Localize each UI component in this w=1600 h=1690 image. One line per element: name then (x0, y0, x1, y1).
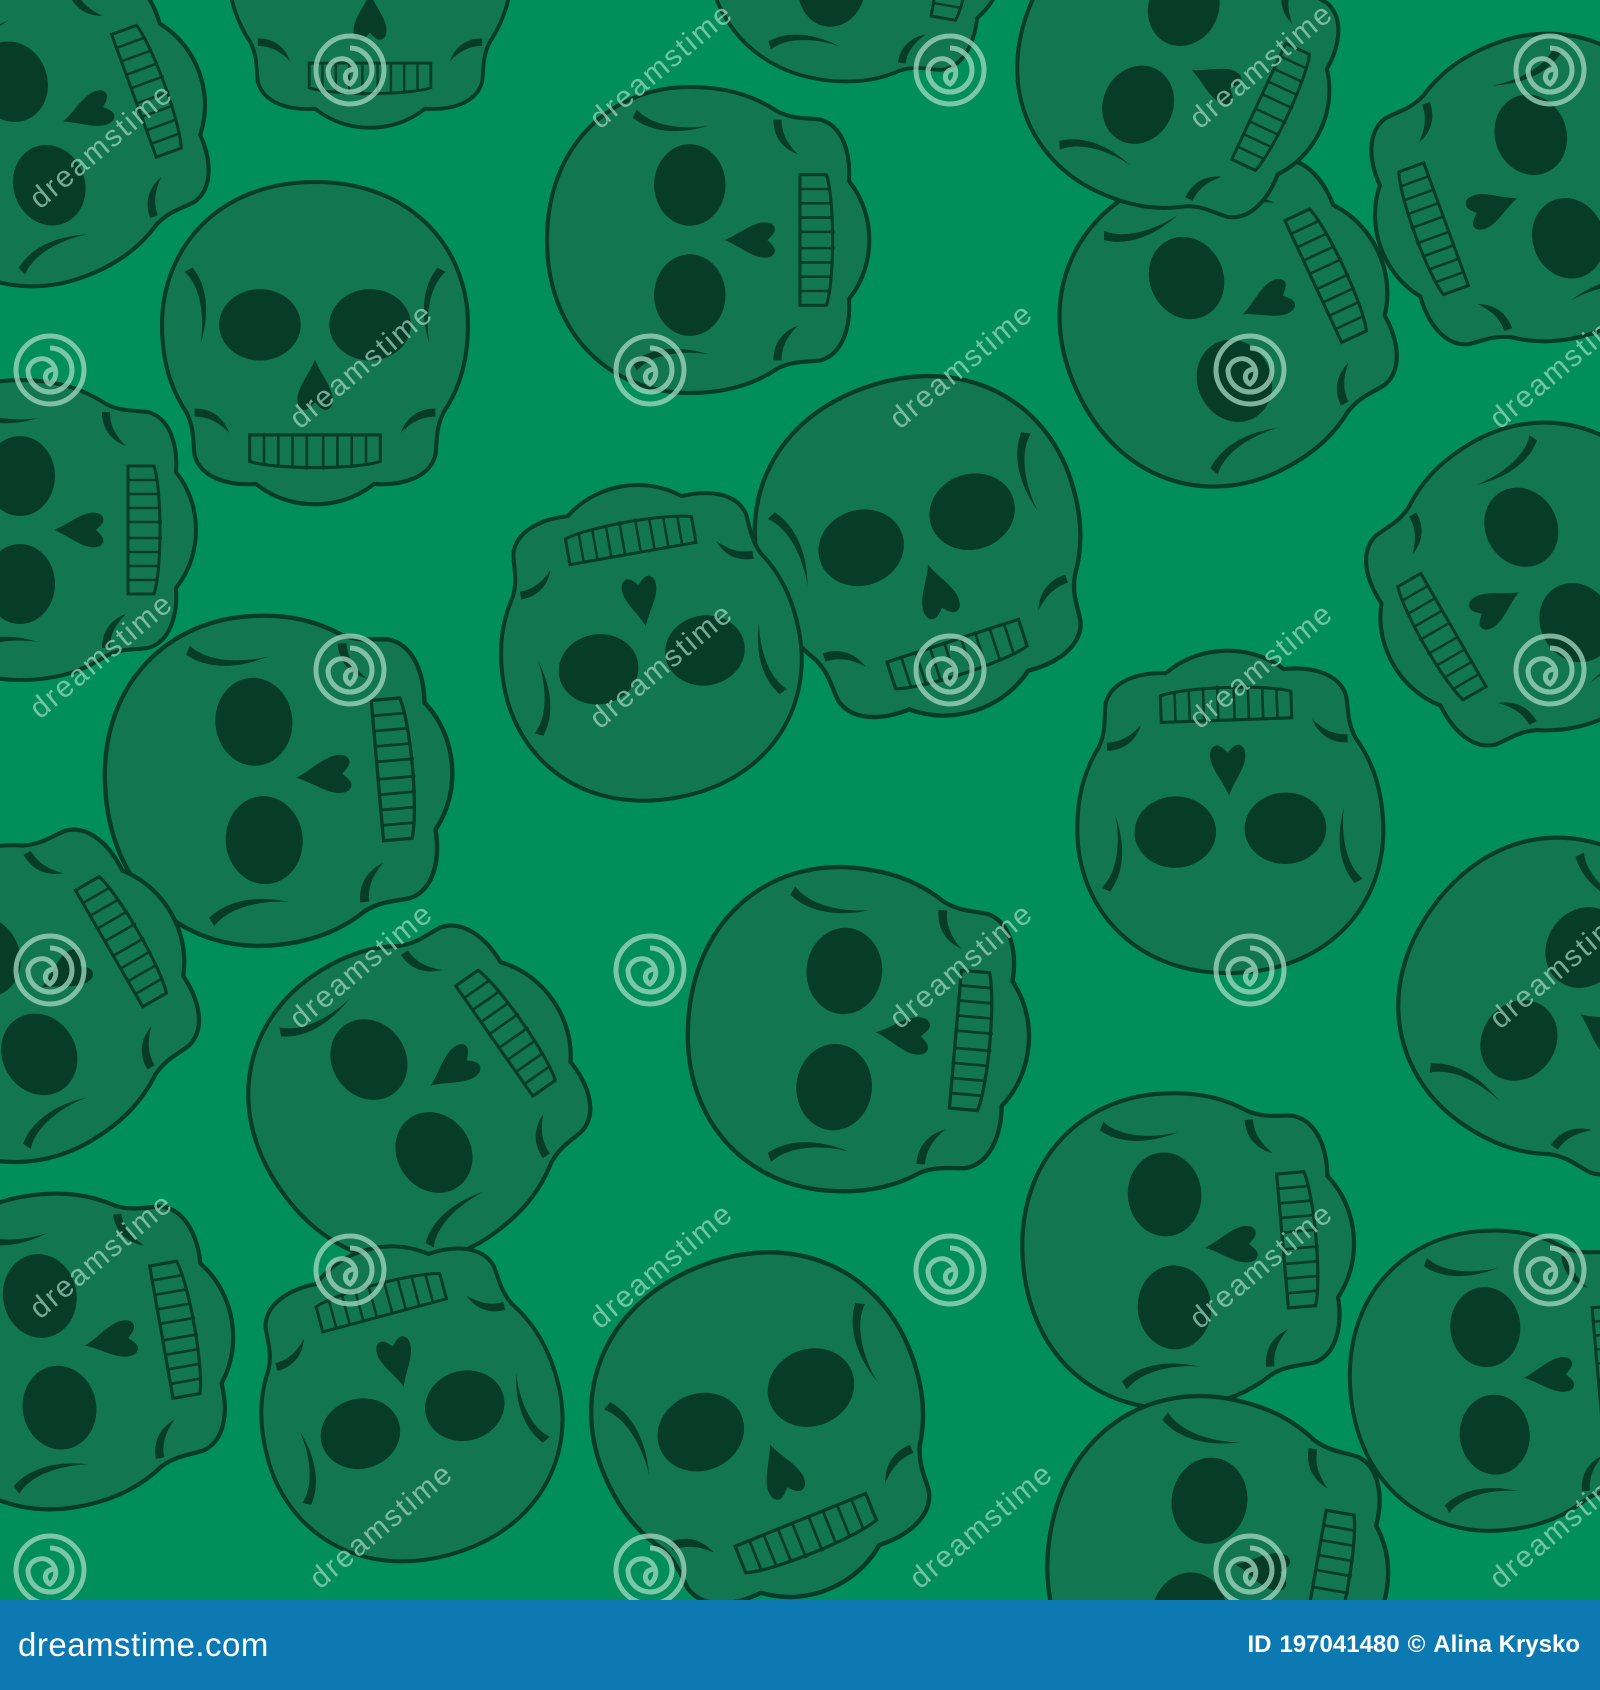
id-number: 197041480 (1279, 1631, 1400, 1658)
id-label: ID (1247, 1631, 1272, 1658)
copyright-symbol: © (1407, 1631, 1426, 1658)
dreamstime-logo[interactable]: dreamstime.com (18, 1626, 269, 1664)
skull-pattern: dreamstime dreamstime dreamstime dreamst… (0, 0, 1600, 1600)
footer-bar: dreamstime.com ID 197041480 © Alina Krys… (0, 1600, 1600, 1690)
author-name: Alina Krysko (1433, 1631, 1580, 1658)
image-credit: ID 197041480 © Alina Krysko (1247, 1631, 1580, 1659)
